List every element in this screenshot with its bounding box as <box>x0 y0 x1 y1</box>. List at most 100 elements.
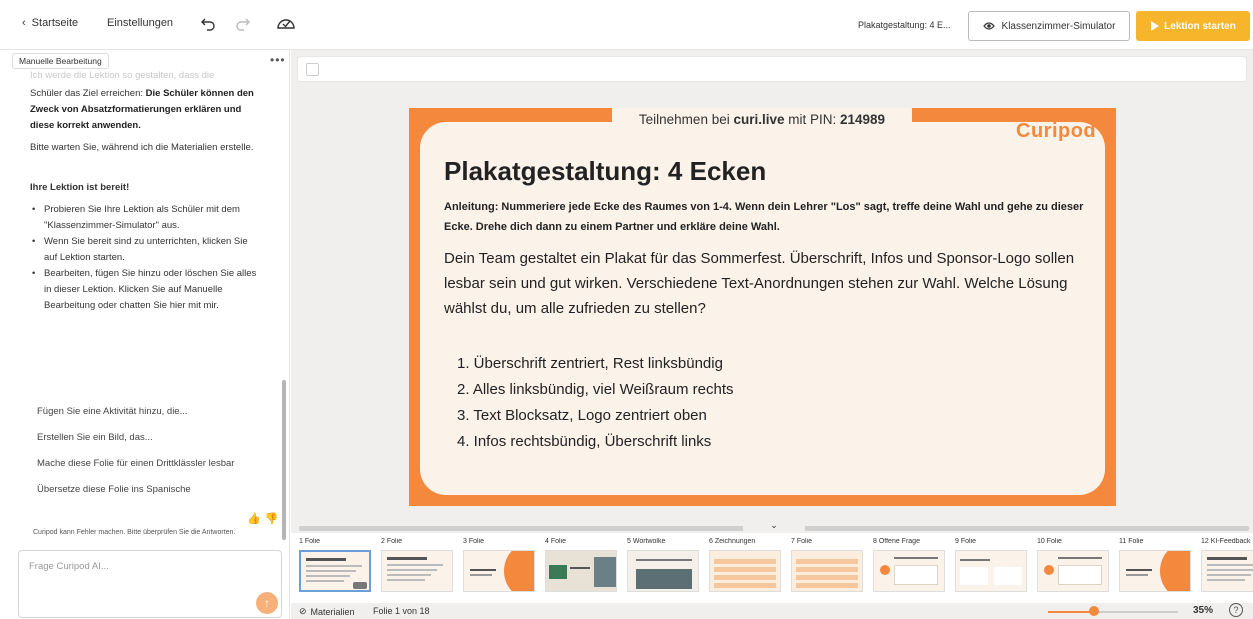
suggestion-list: Fügen Sie eine Aktivität hinzu, die... E… <box>37 404 247 508</box>
filmstrip-slide-label: 7 Folie <box>791 538 813 545</box>
slide-instruction[interactable]: Anleitung: Nummeriere jede Ecke des Raum… <box>444 197 1094 237</box>
collapse-filmstrip-button[interactable]: ⌄ <box>743 519 805 533</box>
slide-option: 1. Überschrift zentriert, Rest linksbünd… <box>457 355 723 372</box>
suggestion-item[interactable]: Übersetze diese Folie ins Spanische <box>37 482 247 498</box>
filmstrip-slide-label: 6 Zeichnungen <box>709 538 756 545</box>
redo-icon[interactable] <box>234 14 252 32</box>
filmstrip-slide-preview <box>1201 550 1253 592</box>
chat-ready-title: Ihre Lektion ist bereit! <box>30 182 130 193</box>
more-options-icon[interactable]: ••• <box>270 53 286 67</box>
slide-canvas[interactable]: Teilnehmen bei curi.live mit PIN: 214989… <box>409 108 1116 506</box>
filmstrip-slide[interactable]: 3 Folie <box>463 538 543 592</box>
lesson-title: Plakatgestaltung: 4 E... <box>858 20 951 30</box>
filmstrip-slide-label: 3 Folie <box>463 538 485 545</box>
chevron-left-icon: ‹ <box>22 17 26 29</box>
chat-bullets: Probieren Sie Ihre Lektion als Schüler m… <box>30 202 258 314</box>
start-label: Lektion starten <box>1164 20 1236 32</box>
ai-chat-panel: Manuelle Bearbeitung ••• Ich werde die L… <box>0 50 290 619</box>
pin-site: curi.live <box>733 112 785 127</box>
chevron-down-icon: ⌄ <box>770 520 778 530</box>
top-bar: ‹ Startseite Einstellungen Plakatgestalt… <box>0 0 1253 50</box>
filmstrip-slide-preview <box>463 550 535 592</box>
select-checkbox[interactable] <box>306 63 319 76</box>
ai-disclaimer: Curipod kann Fehler machen. Bitte überpr… <box>33 529 236 536</box>
chat-bullet: Probieren Sie Ihre Lektion als Schüler m… <box>30 202 258 234</box>
filmstrip-slide[interactable]: 9 Folie <box>955 538 1035 592</box>
curipod-logo: Curipod <box>1016 120 1097 142</box>
filmstrip-slide-label: 9 Folie <box>955 538 977 545</box>
slide-body[interactable]: Dein Team gestaltet ein Plakat für das S… <box>444 246 1084 321</box>
help-icon[interactable]: ? <box>1229 603 1243 617</box>
filmstrip-slide[interactable]: 6 Zeichnungen <box>709 538 789 592</box>
filmstrip-slide-label: 1 Folie <box>299 538 321 545</box>
pin-middle: mit PIN: <box>784 112 841 127</box>
filmstrip-slide-label: 10 Folie <box>1037 538 1062 545</box>
filmstrip-slide[interactable]: 8 Offene Frage <box>873 538 953 592</box>
filmstrip-slide[interactable]: 5 Wortwolke <box>627 538 707 592</box>
filmstrip-slide[interactable]: 12 KI-Feedback <box>1201 538 1253 592</box>
filmstrip-slide-preview <box>381 550 453 592</box>
filmstrip-slide-preview <box>791 550 863 592</box>
chat-messages: Ich werde die Lektion so gestalten, dass… <box>30 68 258 314</box>
chat-faded-line: Ich werde die Lektion so gestalten, dass… <box>30 70 215 80</box>
filmstrip-slide-preview <box>873 550 945 592</box>
manual-edit-button[interactable]: Manuelle Bearbeitung <box>12 53 109 69</box>
filmstrip-slide-label: 4 Folie <box>545 538 567 545</box>
filmstrip-slide-label: 12 KI-Feedback <box>1201 538 1251 545</box>
play-icon <box>1151 21 1160 31</box>
pin-prefix: Teilnehmen bei <box>638 112 734 127</box>
zoom-slider-handle[interactable] <box>1088 606 1099 616</box>
filmstrip-slide[interactable]: 10 Folie <box>1037 538 1117 592</box>
filmstrip-slide-label: 8 Offene Frage <box>873 538 920 545</box>
chat-goal: Schüler das Ziel erreichen: Die Schüler … <box>30 86 258 134</box>
pin-code: 214989 <box>840 112 886 127</box>
filmstrip-slide-preview <box>955 550 1027 592</box>
filmstrip-slide-label: 5 Wortwolke <box>627 538 666 545</box>
back-button[interactable]: ‹ Startseite <box>22 17 78 29</box>
eye-icon <box>982 22 995 30</box>
paperclip-icon: ⊘ <box>299 606 307 616</box>
arrow-up-icon: ↑ <box>264 596 270 610</box>
chat-scrollbar[interactable] <box>282 380 286 540</box>
slide-counter: Folie 1 von 18 <box>373 606 430 616</box>
materials-label: Materialien <box>310 606 355 617</box>
start-lesson-button[interactable]: Lektion starten <box>1136 11 1250 41</box>
filmstrip-slide-preview <box>545 550 617 592</box>
filmstrip-slide-preview <box>299 550 371 592</box>
bottom-bar: ⊘ Materialien Folie 1 von 18 35% ? <box>291 603 1253 619</box>
slide-option: 4. Infos rechtsbündig, Überschrift links <box>457 433 712 450</box>
zoom-level: 35% <box>1193 605 1214 616</box>
suggestion-item[interactable]: Fügen Sie eine Aktivität hinzu, die... <box>37 404 247 420</box>
settings-button[interactable]: Einstellungen <box>107 17 173 29</box>
filmstrip-slide-preview <box>709 550 781 592</box>
chat-input-box[interactable]: ↑ <box>18 550 282 618</box>
feedback-buttons: 👍 👎 <box>247 512 278 525</box>
suggestion-item[interactable]: Erstellen Sie ein Bild, das... <box>37 430 247 446</box>
slide-option: 2. Alles linksbündig, viel Weißraum rech… <box>457 381 734 398</box>
slide-filmstrip: 1 Folie 2 Folie 3 Folie 4 Folie 5 Wortwolke 6… <box>291 533 1253 603</box>
slide-title[interactable]: Plakatgestaltung: 4 Ecken <box>444 156 766 187</box>
slide-options[interactable]: 1. Überschrift zentriert, Rest linksbünd… <box>457 351 734 455</box>
editor-main: Teilnehmen bei curi.live mit PIN: 214989… <box>291 50 1253 619</box>
back-label: Startseite <box>31 17 79 29</box>
filmstrip-slide-label: 2 Folie <box>381 538 403 545</box>
filmstrip-slide[interactable]: 2 Folie <box>381 538 461 592</box>
chat-wait-text: Bitte warten Sie, während ich die Materi… <box>30 142 254 153</box>
chat-input[interactable] <box>29 561 229 572</box>
suggestion-item[interactable]: Mache diese Folie für einen Drittklässle… <box>37 456 247 472</box>
materials-button[interactable]: ⊘ Materialien <box>299 606 355 617</box>
chat-bullet: Bearbeiten, fügen Sie hinzu oder löschen… <box>30 266 258 314</box>
filmstrip-slide-preview <box>1037 550 1109 592</box>
gauge-check-icon[interactable] <box>276 13 296 33</box>
filmstrip-slide-label: 11 Folie <box>1119 538 1144 545</box>
send-button[interactable]: ↑ <box>256 592 278 614</box>
filmstrip-slide-preview <box>1119 550 1191 592</box>
thumbs-down-icon[interactable]: 👎 <box>265 512 279 525</box>
thumbs-up-icon[interactable]: 👍 <box>247 512 261 525</box>
classroom-simulator-button[interactable]: Klassenzimmer-Simulator <box>968 11 1130 41</box>
filmstrip-slide[interactable]: 11 Folie <box>1119 538 1199 592</box>
undo-icon[interactable] <box>199 14 217 32</box>
filmstrip-slide[interactable]: 7 Folie <box>791 538 871 592</box>
filmstrip-slide[interactable]: 4 Folie <box>545 538 625 592</box>
filmstrip-slide[interactable]: 1 Folie <box>299 538 379 592</box>
